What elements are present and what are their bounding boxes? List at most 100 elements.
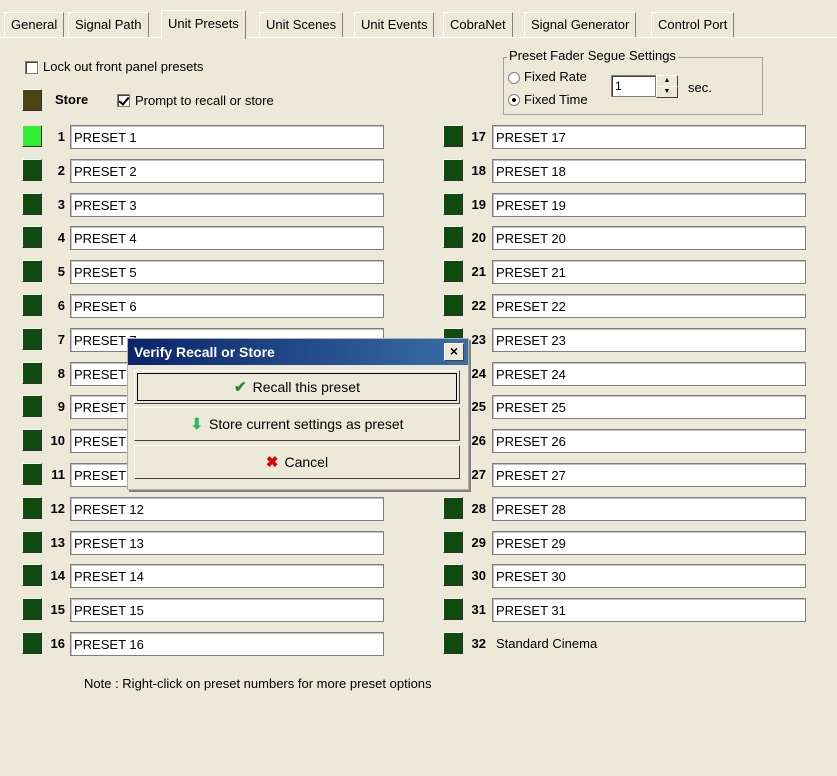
preset-button-21[interactable]	[443, 260, 463, 283]
preset-number[interactable]: 32	[462, 636, 486, 651]
preset-name-field[interactable]: PRESET 20	[492, 226, 806, 251]
preset-name-field[interactable]: PRESET 22	[492, 294, 806, 318]
preset-button-14[interactable]	[22, 564, 42, 587]
preset-number[interactable]: 11	[41, 467, 65, 482]
preset-button-17[interactable]	[443, 125, 463, 147]
preset-name-field[interactable]: PRESET 17	[492, 125, 806, 149]
preset-button-11[interactable]	[22, 463, 42, 485]
tab-unit-scenes[interactable]: Unit Scenes	[259, 12, 344, 37]
tab-signal-generator[interactable]: Signal Generator	[524, 12, 637, 37]
preset-number[interactable]: 16	[41, 636, 65, 651]
preset-number[interactable]: 2	[41, 163, 65, 178]
preset-name-field[interactable]: PRESET 30	[492, 564, 806, 589]
preset-name-field[interactable]: PRESET 16	[70, 632, 384, 656]
preset-button-13[interactable]	[22, 530, 42, 553]
preset-number[interactable]: 8	[41, 366, 65, 381]
preset-button-31[interactable]	[443, 598, 463, 621]
recall-preset-button[interactable]: ✔ Recall this preset	[134, 370, 460, 404]
preset-button-20[interactable]	[443, 226, 463, 249]
preset-number[interactable]: 9	[41, 399, 65, 414]
preset-number[interactable]: 22	[462, 298, 486, 313]
preset-number[interactable]: 10	[41, 433, 65, 448]
preset-button-22[interactable]	[443, 294, 463, 316]
preset-name-field[interactable]: PRESET 27	[492, 463, 806, 487]
preset-name-field[interactable]: PRESET 4	[70, 226, 384, 251]
preset-number[interactable]: 3	[41, 197, 65, 212]
preset-number[interactable]: 30	[462, 568, 486, 583]
preset-number[interactable]: 31	[462, 602, 486, 617]
preset-name-field[interactable]: PRESET 31	[492, 598, 806, 623]
preset-button-8[interactable]	[22, 361, 42, 384]
preset-name-field[interactable]: PRESET 13	[70, 530, 384, 555]
preset-button-1[interactable]	[22, 125, 42, 147]
preset-button-19[interactable]	[443, 192, 463, 215]
preset-button-3[interactable]	[22, 192, 42, 215]
preset-number[interactable]: 7	[41, 332, 65, 347]
preset-button-32[interactable]	[443, 632, 463, 654]
preset-name-field[interactable]: PRESET 15	[70, 598, 384, 623]
preset-name-field[interactable]: PRESET 3	[70, 192, 384, 217]
close-icon[interactable]: ×	[444, 343, 464, 361]
preset-number[interactable]: 6	[41, 298, 65, 313]
preset-button-15[interactable]	[22, 598, 42, 621]
preset-button-9[interactable]	[22, 395, 42, 418]
segue-value-input[interactable]: 1	[611, 75, 656, 97]
preset-button-28[interactable]	[443, 496, 463, 519]
fixed-time-radio[interactable]	[508, 94, 520, 106]
preset-button-4[interactable]	[22, 226, 42, 249]
tab-unit-presets[interactable]: Unit Presets	[161, 10, 246, 39]
preset-number[interactable]: 13	[41, 535, 65, 550]
preset-name-field[interactable]: PRESET 5	[70, 260, 384, 285]
preset-button-6[interactable]	[22, 294, 42, 316]
preset-button-12[interactable]	[22, 496, 42, 519]
preset-number[interactable]: 29	[462, 535, 486, 550]
preset-button-7[interactable]	[22, 327, 42, 350]
preset-button-2[interactable]	[22, 158, 42, 181]
tab-signal-path[interactable]: Signal Path	[68, 12, 149, 37]
preset-name-field[interactable]: PRESET 26	[492, 429, 806, 454]
preset-button-10[interactable]	[22, 429, 42, 452]
preset-number[interactable]: 28	[462, 501, 486, 516]
tab-unit-events[interactable]: Unit Events	[354, 12, 435, 37]
preset-number[interactable]: 18	[462, 163, 486, 178]
preset-name-field[interactable]: PRESET 28	[492, 496, 806, 521]
preset-name-field[interactable]: PRESET 14	[70, 564, 384, 589]
preset-name-field[interactable]: PRESET 21	[492, 260, 806, 285]
preset-name-field[interactable]: PRESET 6	[70, 294, 384, 318]
preset-button-30[interactable]	[443, 564, 463, 587]
preset-button-16[interactable]	[22, 632, 42, 654]
preset-number[interactable]: 19	[462, 197, 486, 212]
preset-name-field[interactable]: PRESET 18	[492, 158, 806, 183]
store-button[interactable]	[22, 89, 42, 111]
preset-button-29[interactable]	[443, 530, 463, 553]
preset-name-field[interactable]: PRESET 23	[492, 327, 806, 352]
segue-spinner[interactable]: ▲ ▼	[656, 75, 678, 98]
spin-down-icon[interactable]: ▼	[656, 86, 678, 98]
preset-number[interactable]: 17	[462, 129, 486, 144]
preset-name-field[interactable]: PRESET 24	[492, 361, 806, 386]
preset-name-field[interactable]: PRESET 29	[492, 530, 806, 555]
store-preset-button[interactable]: ⬇ Store current settings as preset	[134, 407, 460, 441]
tab-cobranet[interactable]: CobraNet	[443, 12, 513, 37]
preset-number[interactable]: 21	[462, 264, 486, 279]
preset-name-field[interactable]: PRESET 25	[492, 395, 806, 420]
preset-name-field[interactable]: PRESET 2	[70, 158, 384, 183]
tab-control-port[interactable]: Control Port	[651, 12, 735, 37]
preset-button-5[interactable]	[22, 260, 42, 283]
preset-name-field[interactable]: PRESET 1	[70, 125, 384, 149]
prompt-checkbox[interactable]	[117, 94, 130, 107]
fixed-rate-radio[interactable]	[508, 72, 520, 84]
preset-name-field[interactable]: PRESET 19	[492, 192, 806, 217]
preset-name-field[interactable]: PRESET 12	[70, 496, 384, 521]
preset-number[interactable]: 4	[41, 230, 65, 245]
preset-number[interactable]: 14	[41, 568, 65, 583]
preset-button-18[interactable]	[443, 158, 463, 181]
preset-number[interactable]: 15	[41, 602, 65, 617]
preset-number[interactable]: 12	[41, 501, 65, 516]
cancel-button[interactable]: ✖ Cancel	[134, 445, 460, 479]
tab-general[interactable]: General	[4, 12, 65, 37]
preset-number[interactable]: 20	[462, 230, 486, 245]
preset-number[interactable]: 5	[41, 264, 65, 279]
lockout-checkbox[interactable]	[25, 61, 38, 74]
preset-number[interactable]: 1	[41, 129, 65, 144]
